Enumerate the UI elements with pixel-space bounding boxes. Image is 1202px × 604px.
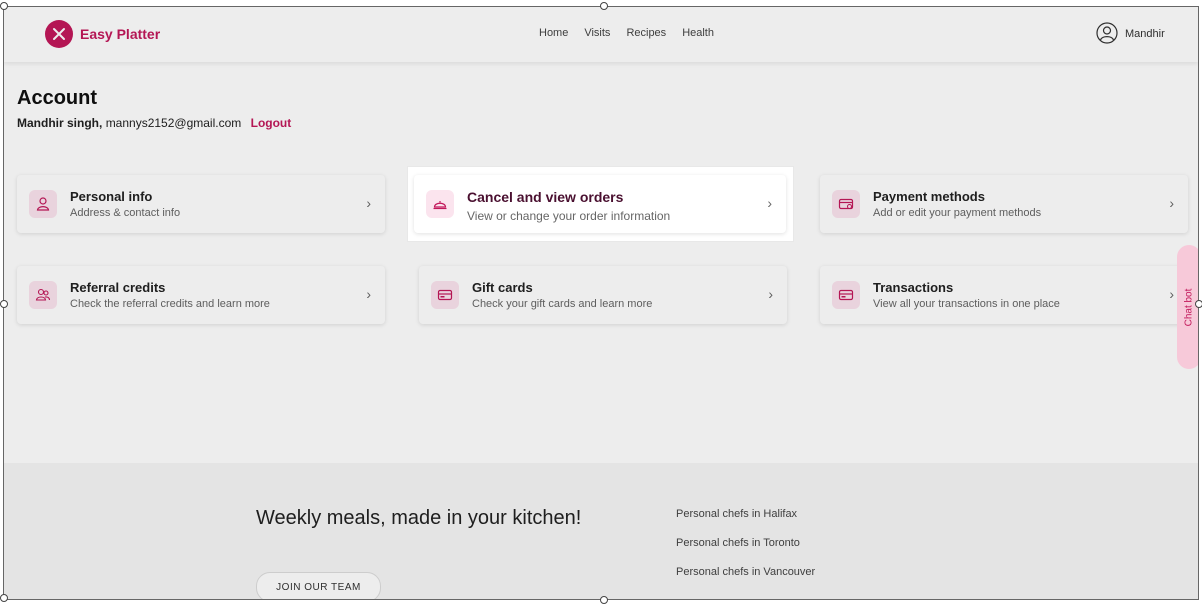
card-referral-credits[interactable]: Referral credits Check the referral cred… — [17, 266, 385, 324]
account-email: mannys2152@gmail.com — [105, 116, 242, 130]
nav-recipes[interactable]: Recipes — [626, 27, 666, 39]
card-title: Personal info — [70, 189, 153, 204]
brand-name[interactable]: Easy Platter — [80, 26, 160, 42]
card-personal-info[interactable]: Personal info Address & contact info › — [17, 175, 385, 233]
card-title: Transactions — [873, 280, 954, 295]
join-our-team-button[interactable]: JOIN OUR TEAM — [256, 572, 381, 599]
resize-handle-bottom[interactable] — [600, 596, 608, 604]
logo-icon[interactable] — [45, 20, 73, 48]
giftcard-icon — [431, 281, 459, 309]
logout-link[interactable]: Logout — [251, 116, 292, 130]
chevron-right-icon: › — [767, 195, 772, 211]
nav-health[interactable]: Health — [682, 27, 714, 39]
card-subtitle: View all your transactions in one place — [873, 298, 1060, 310]
footer-tagline: Weekly meals, made in your kitchen! — [256, 507, 582, 529]
card-title: Cancel and view orders — [467, 189, 624, 205]
chevron-right-icon: › — [1169, 195, 1174, 211]
resize-handle-right[interactable] — [1195, 300, 1202, 308]
card-title: Payment methods — [873, 189, 985, 204]
card-subtitle: Check the referral credits and learn mor… — [70, 298, 270, 310]
cloche-icon — [426, 190, 454, 218]
page-title: Account — [17, 87, 97, 109]
card-title: Gift cards — [472, 280, 533, 295]
person-icon — [29, 190, 57, 218]
page: Easy Platter Home Visits Recipes Health … — [4, 7, 1198, 599]
screenshot-frame: Easy Platter Home Visits Recipes Health … — [3, 6, 1199, 600]
user-avatar-icon[interactable] — [1096, 22, 1118, 44]
card-subtitle: Address & contact info — [70, 207, 181, 219]
footer-link-vancouver[interactable]: Personal chefs in Vancouver — [676, 566, 815, 578]
resize-handle-top[interactable] — [600, 2, 608, 10]
card-payment-methods[interactable]: Payment methods Add or edit your payment… — [820, 175, 1188, 233]
header: Easy Platter Home Visits Recipes Health … — [4, 7, 1198, 62]
chevron-right-icon: › — [1169, 286, 1174, 302]
resize-handle-left[interactable] — [0, 300, 8, 308]
chevron-right-icon: › — [366, 286, 371, 302]
user-name[interactable]: Mandhir — [1125, 28, 1165, 40]
card-subtitle: Check your gift cards and learn more — [472, 298, 653, 310]
nav-visits[interactable]: Visits — [584, 27, 610, 39]
account-info: Mandhir singh, mannys2152@gmail.com Logo… — [17, 116, 291, 130]
chevron-right-icon: › — [366, 195, 371, 211]
footer-links: Personal chefs in Halifax Personal chefs… — [676, 508, 815, 595]
card-icon — [832, 281, 860, 309]
card-gift-cards[interactable]: Gift cards Check your gift cards and lea… — [419, 266, 787, 324]
resize-handle-bottom-left[interactable] — [0, 594, 8, 602]
card-title: Referral credits — [70, 280, 166, 295]
nav-home[interactable]: Home — [539, 27, 568, 39]
card-icon — [832, 190, 860, 218]
main-nav: Home Visits Recipes Health — [539, 27, 714, 39]
chevron-right-icon: › — [768, 286, 773, 302]
resize-handle-top-left[interactable] — [0, 2, 8, 10]
footer-link-toronto[interactable]: Personal chefs in Toronto — [676, 537, 815, 549]
card-subtitle: Add or edit your payment methods — [873, 207, 1042, 219]
highlight-box: Cancel and view orders View or change yo… — [408, 167, 793, 241]
account-name: Mandhir singh, — [17, 116, 103, 130]
footer: Weekly meals, made in your kitchen! JOIN… — [4, 463, 1198, 599]
people-icon — [29, 281, 57, 309]
chatbot-label: Chat bot — [1183, 288, 1195, 326]
card-cancel-view-orders[interactable]: Cancel and view orders View or change yo… — [414, 175, 786, 233]
footer-link-halifax[interactable]: Personal chefs in Halifax — [676, 508, 815, 520]
card-subtitle: View or change your order information — [467, 209, 671, 223]
card-transactions[interactable]: Transactions View all your transactions … — [820, 266, 1188, 324]
